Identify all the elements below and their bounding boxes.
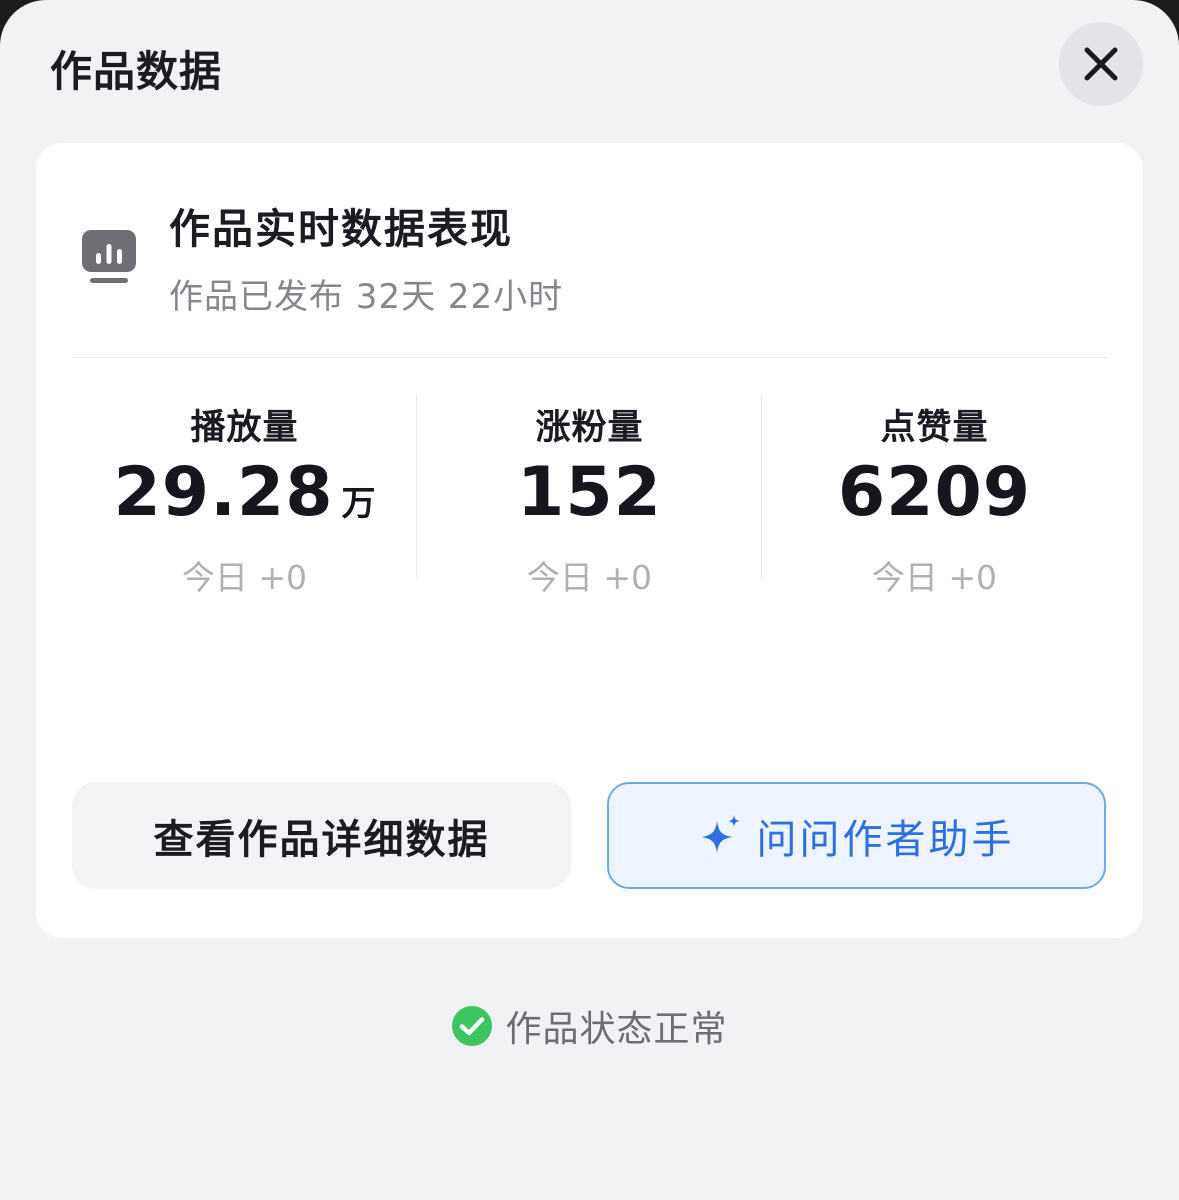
stat-likes: 点赞量 6209 今日 +0 [762,395,1107,597]
stat-value: 152 [517,453,662,532]
check-circle-icon [452,1006,493,1046]
ask-assistant-button[interactable]: 问问作者助手 [607,782,1106,889]
stat-today: 今日 +0 [526,558,653,597]
ask-assistant-label: 问问作者助手 [756,816,1015,863]
stat-unit: 万 [341,484,376,524]
stat-today: 今日 +0 [871,558,998,597]
status-text: 作品状态正常 [505,1009,728,1050]
stat-label: 播放量 [190,408,299,448]
sparkle-icon [700,814,740,853]
card-title: 作品实时数据表现 [169,205,513,253]
stat-label: 涨粉量 [535,408,644,448]
data-sheet: 作品数据 作品实时数据表现 作品已发布 32天 22小时 播放量 29.28 万 … [0,0,1179,1200]
close-icon [1084,47,1118,81]
view-details-label: 查看作品详细数据 [153,816,490,863]
sheet-title: 作品数据 [50,47,223,96]
stat-value: 29.28 [113,453,334,532]
stats-row: 播放量 29.28万 今日 +0 涨粉量 152 今日 +0 点赞量 6209 [72,395,1107,597]
bar-chart-monitor-icon [82,230,136,283]
view-details-button[interactable]: 查看作品详细数据 [72,782,571,889]
stat-followers: 涨粉量 152 今日 +0 [417,395,762,597]
publish-duration: 作品已发布 32天 22小时 [169,277,564,317]
divider [72,357,1107,358]
realtime-data-card: 作品实时数据表现 作品已发布 32天 22小时 播放量 29.28 万 今日 +0… [36,143,1143,938]
stat-value: 6209 [837,453,1032,532]
close-button[interactable] [1059,22,1143,106]
stat-today: 今日 +0 [181,558,308,597]
stat-label: 点赞量 [880,408,989,448]
status-row: 作品状态正常 [0,1000,1179,1052]
stat-plays: 播放量 29.28 万 今日 +0 [72,395,417,597]
